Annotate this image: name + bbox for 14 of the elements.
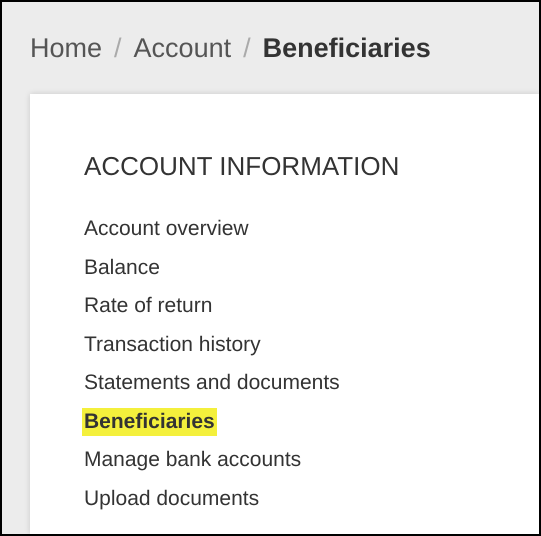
breadcrumb-item[interactable]: Account bbox=[134, 28, 232, 68]
sidebar-link[interactable]: Account overview bbox=[84, 215, 249, 244]
breadcrumb-separator: / bbox=[243, 32, 251, 65]
sidebar-link[interactable]: Beneficiaries bbox=[82, 408, 217, 436]
breadcrumb-separator: / bbox=[114, 32, 122, 65]
sidebar-link[interactable]: Statements and documents bbox=[84, 369, 340, 398]
breadcrumb-item: Beneficiaries bbox=[262, 32, 431, 65]
breadcrumb-item[interactable]: Home bbox=[30, 28, 102, 68]
sidebar-link[interactable]: Upload documents bbox=[84, 484, 260, 513]
sidebar-link[interactable]: Transaction history bbox=[84, 330, 261, 359]
section-heading: ACCOUNT INFORMATION bbox=[84, 150, 400, 182]
sidebar-link[interactable]: Balance bbox=[84, 254, 160, 282]
sidebar-link[interactable]: Manage bank accounts bbox=[84, 446, 302, 474]
sidebar-link[interactable]: Rate of return bbox=[84, 292, 212, 320]
